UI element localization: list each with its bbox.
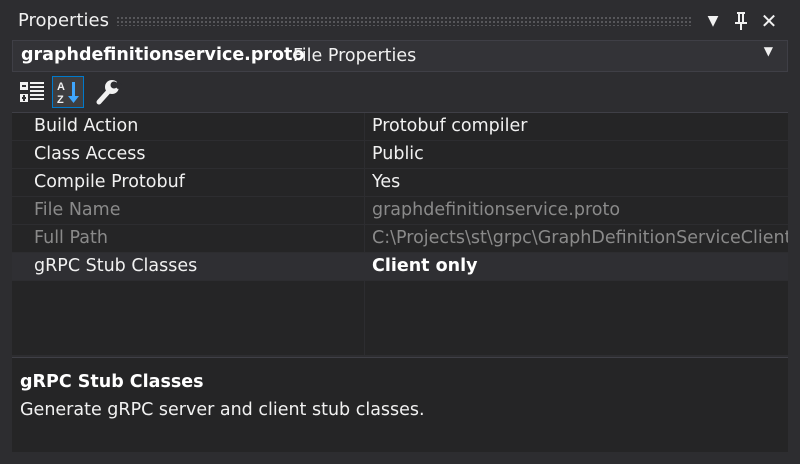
alphabetical-sort-icon[interactable]: A Z: [52, 76, 84, 108]
property-row-class-access[interactable]: Class Access Public: [12, 141, 788, 169]
property-name: Compile Protobuf: [34, 172, 185, 192]
property-row-grpc-stub-classes[interactable]: gRPC Stub Classes Client only: [12, 253, 788, 281]
description-title: gRPC Stub Classes: [20, 372, 204, 392]
property-value[interactable]: Client only: [372, 256, 788, 276]
property-row-compile-protobuf[interactable]: Compile Protobuf Yes: [12, 169, 788, 197]
panel-titlebar: Properties ▼ ✕: [0, 0, 800, 42]
description-pane: gRPC Stub Classes Generate gRPC server a…: [12, 357, 788, 452]
property-value[interactable]: Public: [372, 144, 788, 164]
property-row-full-path[interactable]: Full Path C:\Projects\st\grpc\GraphDefin…: [12, 225, 788, 253]
property-name: Build Action: [34, 116, 139, 136]
svg-text:A: A: [57, 81, 65, 93]
property-row-build-action[interactable]: Build Action Protobuf compiler: [12, 113, 788, 141]
property-row-file-name[interactable]: File Name graphdefinitionservice.proto: [12, 197, 788, 225]
object-name: graphdefinitionservice.proto: [21, 45, 305, 65]
panel-title: Properties: [18, 10, 109, 31]
pin-icon[interactable]: [730, 9, 752, 33]
object-selector[interactable]: graphdefinitionservice.proto File Proper…: [12, 40, 788, 72]
property-name: gRPC Stub Classes: [34, 256, 198, 276]
property-name: Class Access: [34, 144, 146, 164]
chevron-down-icon[interactable]: ▼: [764, 44, 773, 58]
description-text: Generate gRPC server and client stub cla…: [20, 400, 425, 420]
svg-text:Z: Z: [57, 94, 64, 106]
categorized-icon[interactable]: [16, 76, 48, 108]
property-grid: Build Action Protobuf compiler Class Acc…: [12, 112, 788, 356]
property-value: C:\Projects\st\grpc\GraphDefinitionServi…: [372, 228, 788, 248]
close-icon[interactable]: ✕: [758, 9, 780, 33]
window-position-dropdown-icon[interactable]: ▼: [702, 9, 724, 33]
properties-toolbar: A Z: [12, 74, 788, 108]
property-name: File Name: [34, 200, 121, 220]
wrench-icon[interactable]: [92, 76, 124, 108]
object-type: File Properties: [293, 46, 417, 66]
property-name: Full Path: [34, 228, 108, 248]
property-value[interactable]: Yes: [372, 172, 788, 192]
titlebar-grip[interactable]: [116, 16, 692, 26]
property-value[interactable]: Protobuf compiler: [372, 116, 788, 136]
property-value: graphdefinitionservice.proto: [372, 200, 621, 220]
